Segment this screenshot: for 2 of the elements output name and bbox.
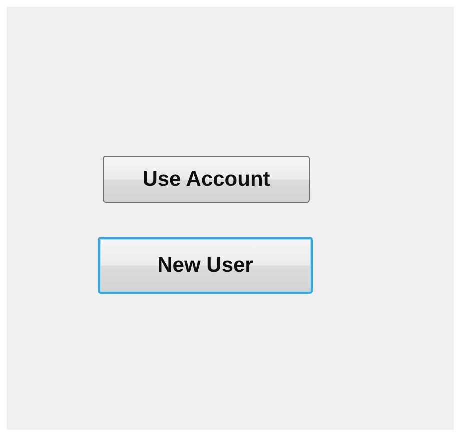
- account-button[interactable]: Use Account: [103, 156, 310, 203]
- account-button[interactable]: New User: [98, 237, 313, 294]
